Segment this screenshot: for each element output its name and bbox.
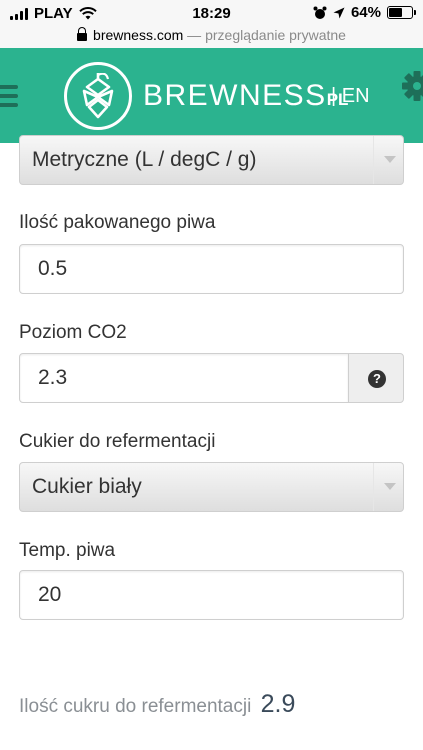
language-separator: | (331, 85, 337, 107)
sugar-result-value: 2.9 (260, 690, 296, 718)
url-separator: — (183, 27, 206, 43)
priming-sugar-select[interactable]: Cukier biały (19, 462, 404, 512)
sugar-result: Ilość cukru do refermentacji 2.9 (19, 690, 295, 719)
lock-icon (77, 27, 88, 41)
co2-level-input[interactable]: 2.3 (19, 353, 349, 403)
co2-help-button[interactable]: ? (348, 353, 404, 403)
priming-sugar-label: Cukier do refermentacji (19, 431, 216, 452)
beer-amount-input[interactable]: 0.5 (19, 244, 404, 294)
site-header: BREWNESSPL | EN (0, 48, 423, 143)
language-switcher: | EN (331, 85, 370, 108)
beer-amount-label: Ilość pakowanego piwa (19, 212, 216, 233)
menu-icon[interactable] (0, 85, 18, 107)
units-select[interactable]: Metryczne (L / degC / g) (19, 135, 404, 185)
sugar-result-label: Ilość cukru do refermentacji (19, 696, 252, 717)
battery-percent: 64% (350, 4, 381, 21)
private-mode-label: przeglądanie prywatne (205, 27, 346, 43)
status-right-group: 64% (313, 4, 416, 21)
browser-url-bar[interactable]: brewness.com — przeglądanie prywatne (0, 26, 423, 48)
alarm-icon (313, 6, 327, 19)
url-domain: brewness.com (93, 27, 184, 43)
brand-name[interactable]: BREWNESSPL (143, 79, 348, 113)
gear-icon[interactable] (401, 70, 423, 102)
ios-status-bar: PLAY 18:29 64% (0, 0, 423, 26)
chevron-down-icon (373, 136, 403, 184)
beer-temp-label: Temp. piwa (19, 540, 116, 561)
beer-temp-input[interactable]: 20 (19, 570, 404, 620)
location-arrow-icon (333, 7, 345, 18)
chevron-down-icon (373, 463, 403, 511)
priming-sugar-value: Cukier biały (32, 475, 142, 498)
units-select-value: Metryczne (L / degC / g) (32, 148, 257, 171)
battery-icon (387, 6, 416, 19)
language-link-en[interactable]: EN (342, 85, 370, 107)
hop-cone-icon (82, 73, 114, 119)
co2-level-label: Poziom CO2 (19, 322, 127, 343)
question-icon: ? (368, 370, 386, 388)
hop-logo[interactable] (64, 62, 132, 130)
